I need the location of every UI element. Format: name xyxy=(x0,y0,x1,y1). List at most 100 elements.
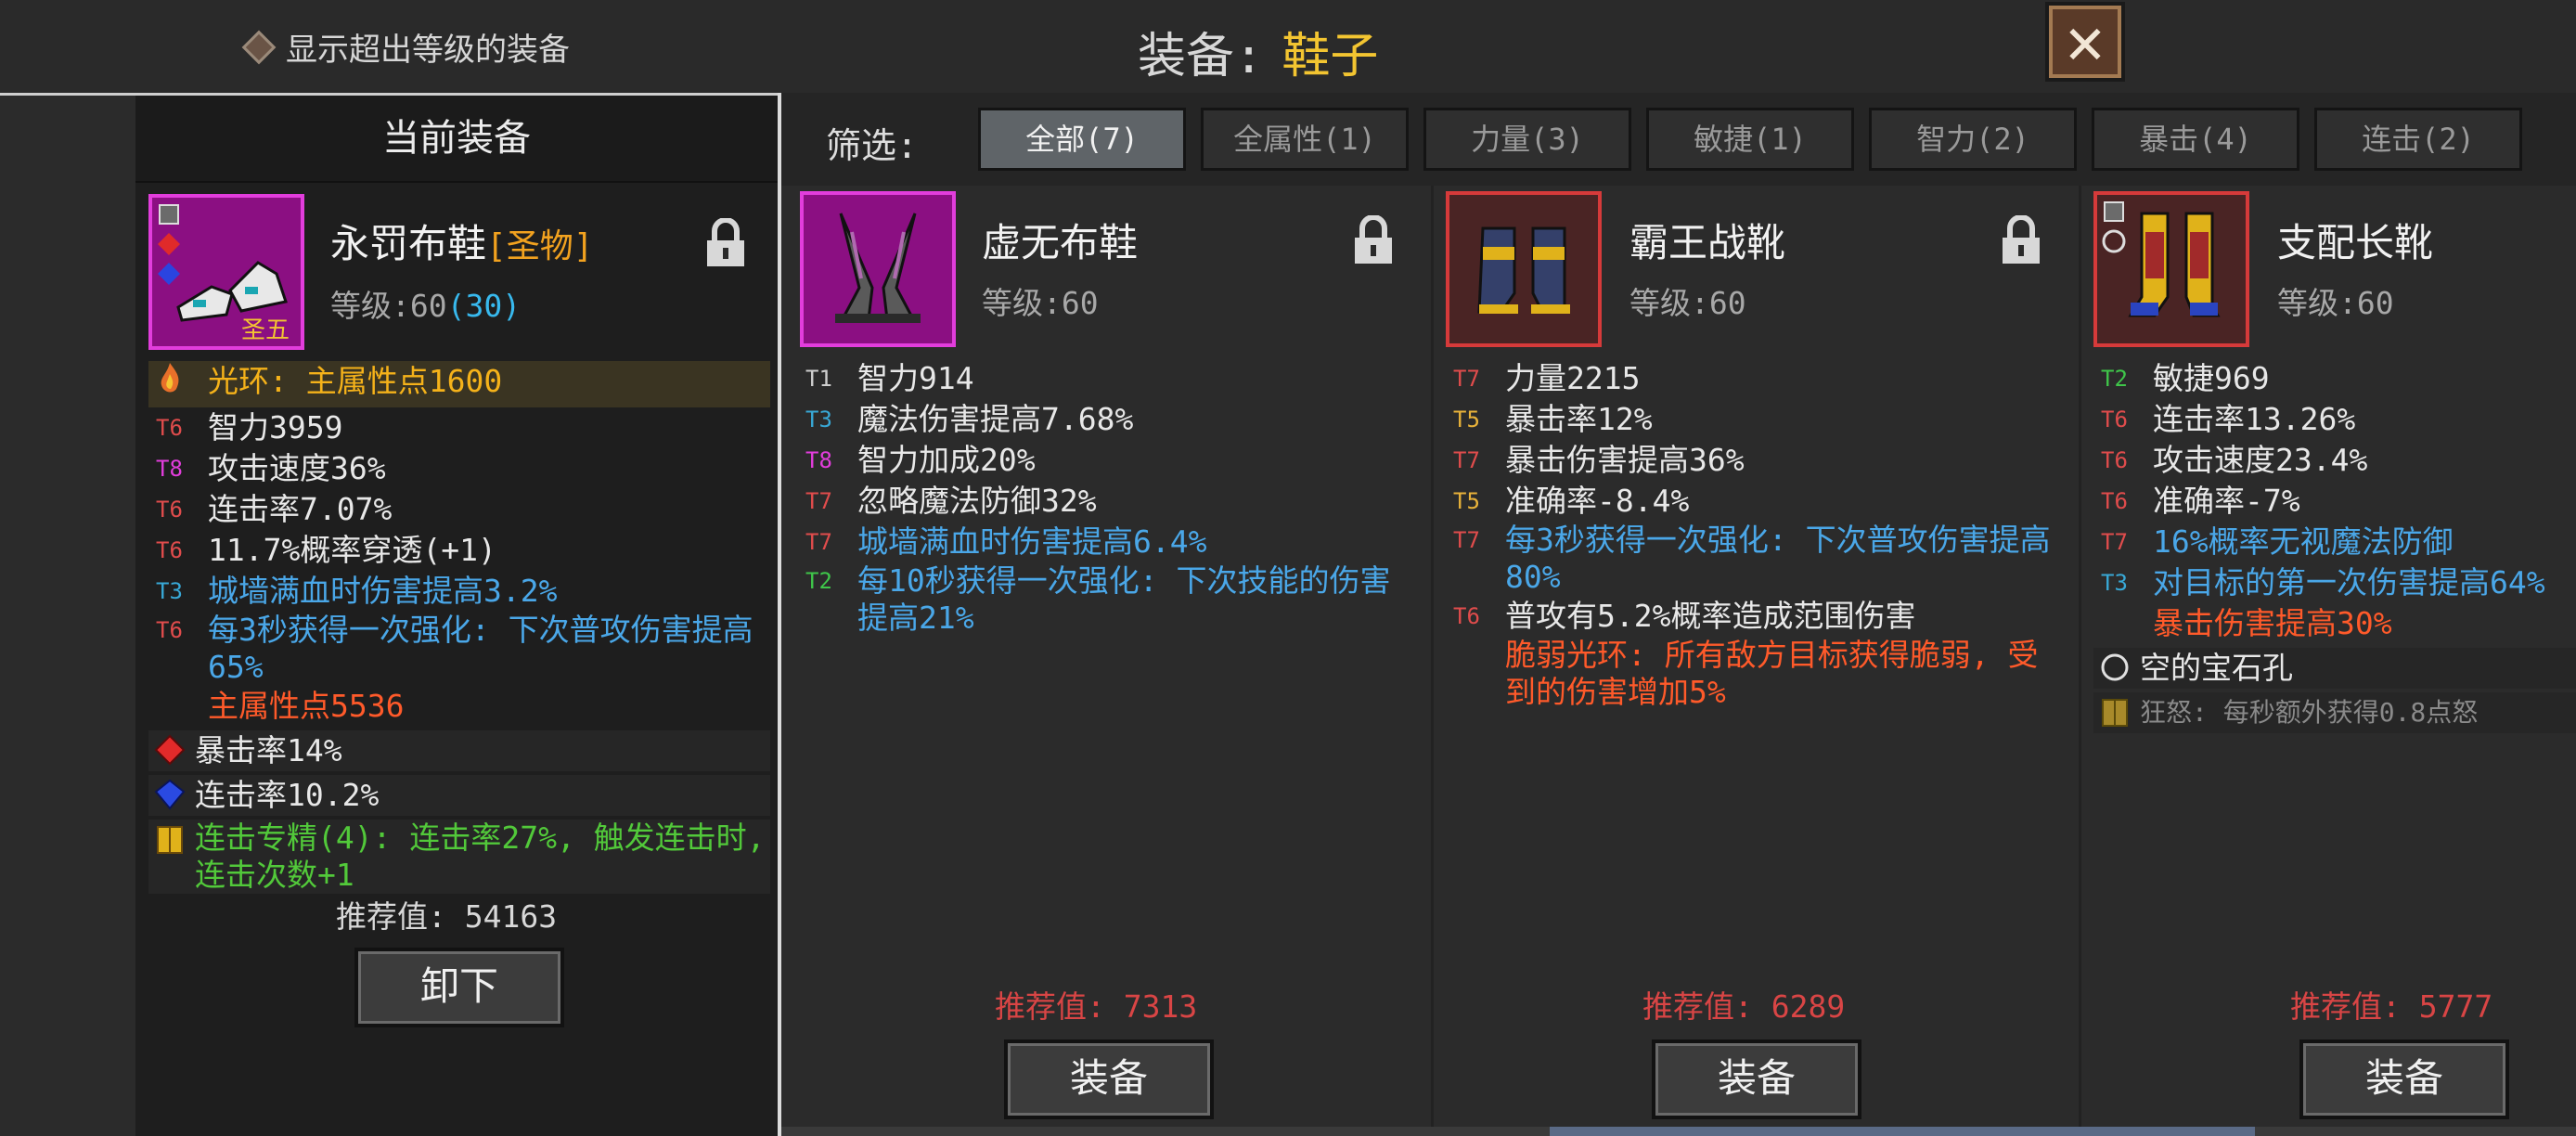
stat-row: T5 准确率-8.4% xyxy=(1446,481,2067,522)
item-stats: T7 力量2215 T5 暴击率12% T7 暴击伤害提高36% T5 准确率-8.4%… xyxy=(1446,358,2067,711)
stat-text: 准确率-7% xyxy=(2153,483,2300,519)
stat-text: 城墙满血时伤害提高3.2% xyxy=(208,573,558,609)
lock-icon[interactable] xyxy=(1353,215,1394,265)
tab-intelligence[interactable]: 智力(2) xyxy=(1869,108,2077,171)
stat-text: 敏捷969 xyxy=(2153,360,2270,396)
stat-text: 暴击伤害提高36% xyxy=(1505,442,1745,478)
stat-row: T6 普攻有5.2%概率造成范围伤害 xyxy=(1446,596,2067,637)
stat-tier: T7 xyxy=(2101,529,2128,555)
unequip-button[interactable]: 卸下 xyxy=(354,948,564,1027)
current-item-name: 永罚布鞋[圣物] xyxy=(330,213,593,269)
gem-row: 暴击率14% xyxy=(148,730,770,771)
aura-text: 光环: 主属性点1600 xyxy=(208,363,503,399)
item-card[interactable]: 霸王战靴 等级:60 T7 力量2215 T5 暴击率12% T7 暴击伤害提高36%… xyxy=(1433,186,2077,1136)
set-bonus-row: 狂怒: 每秒额外获得0.8点怒 xyxy=(2093,692,2576,733)
item-grade-badge: 圣五 xyxy=(241,316,290,344)
stat-text: 每10秒获得一次强化: 下次技能的伤害提高21% xyxy=(857,562,1391,636)
show-over-level-label: 显示超出等级的装备 xyxy=(286,32,570,69)
stat-tier: T3 xyxy=(2101,570,2128,596)
filter-label: 筛选: xyxy=(826,125,918,166)
tab-agility[interactable]: 敏捷(1) xyxy=(1646,108,1854,171)
main-attr-row: 主属性点5536 xyxy=(148,686,770,727)
item-icon[interactable] xyxy=(800,191,956,347)
stat-text: 城墙满血时伤害提高6.4% xyxy=(857,523,1207,560)
war-boots-icon xyxy=(1477,226,1570,314)
stat-tier: T7 xyxy=(1453,447,1480,473)
stat-tier: T7 xyxy=(805,488,832,514)
tab-strength[interactable]: 力量(3) xyxy=(1423,108,1631,171)
tab-crit[interactable]: 暴击(4) xyxy=(2092,108,2299,171)
stat-tier: T3 xyxy=(805,407,832,432)
stat-text: 魔法伤害提高7.68% xyxy=(857,401,1134,437)
set-bonus-row: 连击专精(4): 连击率27%, 触发连击时, 连击次数+1 xyxy=(148,820,770,894)
stat-tier: T8 xyxy=(805,447,832,473)
stat-tier: T2 xyxy=(2101,366,2128,392)
rec-label: 推荐值: xyxy=(995,988,1105,1025)
scrollbar-thumb[interactable] xyxy=(1550,1127,2255,1136)
equip-button[interactable]: 装备 xyxy=(1652,1039,1861,1119)
stat-row: T8 智力加成20% xyxy=(798,440,1420,481)
page-title: 装备: 鞋子 xyxy=(1138,17,1378,86)
current-item-level: 等级:60(30) xyxy=(330,281,521,326)
item-stats: T1 智力914 T3 魔法伤害提高7.68% T8 智力加成20% T7 忽略魔法防御… xyxy=(798,358,1420,637)
item-name: 虚无布鞋 xyxy=(982,220,1139,265)
lock-icon[interactable] xyxy=(705,218,746,268)
stat-tier: T6 xyxy=(156,537,183,563)
recommend-value: 推荐值: 54163 xyxy=(336,892,557,936)
tab-all[interactable]: 全部(7) xyxy=(978,108,1186,171)
level-extra: (30) xyxy=(446,288,522,324)
stat-row: T6 连击率7.07% xyxy=(148,489,770,530)
item-icon[interactable] xyxy=(2093,191,2249,347)
panel-divider xyxy=(778,93,781,1136)
main-attr-text: 主属性点5536 xyxy=(208,688,405,724)
stat-text: 力量2215 xyxy=(1505,360,1641,396)
stat-text: 连击率7.07% xyxy=(208,491,393,527)
stat-row: T3 魔法伤害提高7.68% xyxy=(798,399,1420,440)
item-icon[interactable] xyxy=(1446,191,1602,347)
equip-button[interactable]: 装备 xyxy=(1004,1039,1214,1119)
item-card[interactable]: 支配长靴 等级:60 T2 敏捷969 T6 连击率13.26% T6 攻击速度23.… xyxy=(2080,186,2576,1136)
tab-all-attributes[interactable]: 全属性(1) xyxy=(1201,108,1409,171)
item-name: 霸王战靴 xyxy=(1629,220,1786,265)
stat-row: T5 暴击率12% xyxy=(1446,399,2067,440)
item-level: 等级:60 xyxy=(2277,285,2394,321)
aura-row: 光环: 主属性点1600 xyxy=(148,361,770,407)
stat-tier: T5 xyxy=(1453,488,1480,514)
tab-combo[interactable]: 连击(2) xyxy=(2314,108,2522,171)
fire-icon xyxy=(148,361,208,407)
diamond-checkbox-icon[interactable] xyxy=(241,30,277,64)
stat-row: T2 每10秒获得一次强化: 下次技能的伤害提高21% xyxy=(798,562,1420,637)
stat-row: T6 准确率-7% xyxy=(2093,481,2576,522)
set-bonus-text: 连击专精(4): 连击率27%, 触发连击时, 连击次数+1 xyxy=(195,820,766,893)
rec-value: 54163 xyxy=(464,898,558,935)
close-button[interactable]: ✕ xyxy=(2045,2,2125,82)
level-text: 等级:60 xyxy=(330,288,447,324)
stat-row: T7 16%概率无视魔法防御 xyxy=(2093,522,2576,562)
current-item-icon[interactable]: 圣五 xyxy=(148,194,304,350)
stat-row: T3 城墙满血时伤害提高3.2% xyxy=(148,571,770,612)
stat-row: T7 城墙满血时伤害提高6.4% xyxy=(798,522,1420,562)
item-tag: [圣物] xyxy=(486,227,594,265)
recommend-value: 推荐值: 5777 xyxy=(2290,982,2492,1026)
rec-label: 推荐值: xyxy=(1642,988,1753,1025)
stat-text: 对目标的第一次伤害提高64% xyxy=(2153,564,2545,600)
lock-icon[interactable] xyxy=(2001,215,2041,265)
item-card[interactable]: 虚无布鞋 等级:60 T1 智力914 T3 魔法伤害提高7.68% T8 智力加成2… xyxy=(785,186,1429,1136)
stat-row: T8 攻击速度36% xyxy=(148,448,770,489)
stat-text: 11.7%概率穿透(+1) xyxy=(208,532,496,568)
gem-slot-row: 空的宝石孔 xyxy=(2093,648,2576,689)
stat-text: 连击率13.26% xyxy=(2153,401,2356,437)
book-icon xyxy=(157,826,183,854)
gem-slot-text: 空的宝石孔 xyxy=(2140,650,2293,686)
stat-tier: T5 xyxy=(1453,407,1480,432)
stat-tier: T7 xyxy=(1453,366,1480,392)
show-over-level-toggle[interactable]: 显示超出等级的装备 xyxy=(241,24,570,70)
equip-button[interactable]: 装备 xyxy=(2299,1039,2509,1119)
extra-text: 脆弱光环: 所有敌方目标获得脆弱, 受到的伤害增加5% xyxy=(1505,637,2039,710)
stat-text: 智力3959 xyxy=(208,409,343,445)
item-level: 等级:60 xyxy=(982,285,1099,321)
title-value: 鞋子 xyxy=(1282,29,1379,84)
red-gem-icon xyxy=(154,734,186,766)
stat-tier: T2 xyxy=(805,568,832,594)
extra-text: 暴击伤害提高30% xyxy=(2153,605,2392,641)
